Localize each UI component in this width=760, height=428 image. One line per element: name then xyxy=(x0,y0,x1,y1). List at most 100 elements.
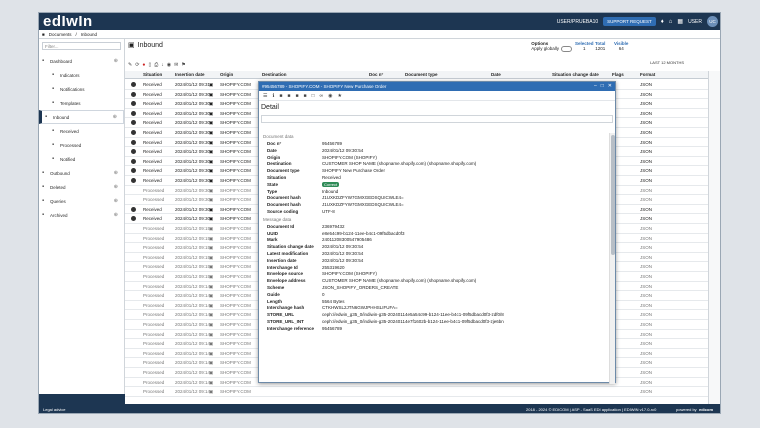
detail-field: STORE_URL_INT ceph://edwin_g35_0/indiwin-… xyxy=(259,319,611,326)
dialog-scrollbar-thumb[interactable] xyxy=(611,135,615,255)
row-insertion-date: 2024/01/12 09:15 xyxy=(175,254,211,260)
star-icon[interactable]: ★ xyxy=(338,93,342,99)
row-situation: Received xyxy=(143,91,162,97)
sidebar-item-label: Templates xyxy=(60,100,81,106)
row-insertion-date: 2024/01/12 09:14 xyxy=(175,293,211,299)
expand-icon[interactable]: ⊕ xyxy=(114,184,118,190)
row-insertion-date: 2024/01/12 09:14 xyxy=(175,341,211,347)
home-icon[interactable]: ⌂ xyxy=(669,19,673,25)
attach-icon[interactable]: ■ xyxy=(295,93,298,99)
mail-icon[interactable]: ✉ xyxy=(174,62,178,68)
row-insertion-date: 2024/01/12 09:15 xyxy=(175,245,211,251)
filter-icon[interactable]: ✎ xyxy=(128,62,132,68)
dialog-search-input[interactable] xyxy=(261,115,613,123)
column-header[interactable]: Document type xyxy=(405,72,438,77)
column-header[interactable]: Doc n° xyxy=(369,72,383,77)
dialog-scrollbar[interactable] xyxy=(609,133,615,384)
section-header[interactable]: Message data xyxy=(259,216,611,224)
row-situation: Processed xyxy=(143,331,165,337)
view-icon[interactable]: ◉ xyxy=(167,62,171,68)
maximize-icon[interactable]: □ xyxy=(601,82,604,91)
sidebar-item-outbound[interactable]: ▪ Outbound ⊕ xyxy=(39,166,124,180)
field-value: CTKHWSL2JTN6GWJPHHSLIFUFA= xyxy=(322,305,611,312)
sidebar-item-queries[interactable]: ▪ Queries ⊕ xyxy=(39,194,124,208)
column-header[interactable]: Destination xyxy=(262,72,287,77)
field-key: Envelope source xyxy=(267,271,304,277)
row-situation: Processed xyxy=(143,283,165,289)
column-header[interactable]: Situation change date xyxy=(552,72,599,77)
expand-icon[interactable]: ⊕ xyxy=(114,198,118,204)
side-details-panel[interactable] xyxy=(708,71,720,404)
target-icon[interactable]: ◉ xyxy=(328,93,332,99)
chart-icon[interactable]: □ xyxy=(312,93,315,99)
row-insertion-date: 2024/01/12 09:15 xyxy=(175,274,211,279)
detail-field: Situation Received xyxy=(259,175,611,182)
sidebar-item-notifications[interactable]: ▪ Notifications xyxy=(39,82,124,96)
user-label[interactable]: USER xyxy=(688,19,702,25)
row-origin: SHOPIFY.COM xyxy=(220,379,251,385)
apply-globally-toggle[interactable] xyxy=(561,46,572,52)
row-situation: Processed xyxy=(143,322,165,327)
sidebar-item-templates[interactable]: ▪ Templates xyxy=(39,96,124,110)
breadcrumb-root[interactable]: Documents xyxy=(49,32,72,37)
detail-field: STORE_URL ceph://edwin_g35_0/indiwin-g35-… xyxy=(259,312,611,319)
row-format: JSON xyxy=(640,216,653,222)
minimize-icon[interactable]: – xyxy=(594,82,597,91)
field-value: SHOPIFY.COM (SHOPIFY) xyxy=(322,155,611,162)
delete-icon[interactable]: ● xyxy=(142,62,145,68)
lock-icon: ▣ xyxy=(209,139,214,145)
row-origin: SHOPIFY.COM xyxy=(220,322,251,327)
download-icon[interactable]: ↓ xyxy=(161,62,164,68)
expand-icon[interactable]: ⊕ xyxy=(113,114,117,120)
column-header[interactable]: Date xyxy=(491,72,501,77)
expand-icon[interactable]: ⊕ xyxy=(114,58,118,64)
legal-advice-link[interactable]: Legal advice xyxy=(43,407,65,412)
field-value-text: ceph://edwin_g35_0/indiwin-g35-20240114e… xyxy=(322,312,504,318)
sidebar-item-indicators[interactable]: ▪ Indicators xyxy=(39,68,124,82)
column-header[interactable]: Situation xyxy=(143,72,162,77)
tag-icon[interactable]: ⚑ xyxy=(181,62,185,68)
row-insertion-date: 2024/01/12 09:14 xyxy=(175,312,211,318)
support-request-button[interactable]: SUPPORT REQUEST xyxy=(603,17,656,26)
sidebar-item-notified[interactable]: ▪ Notified xyxy=(39,152,124,166)
history-icon[interactable]: ■ xyxy=(303,93,306,99)
lock-icon: ▣ xyxy=(209,158,214,164)
apps-icon[interactable]: ▦ xyxy=(677,18,683,25)
field-value-text: 24011208300547905486 xyxy=(322,237,372,243)
info-icon[interactable]: ℹ xyxy=(272,93,274,99)
column-header[interactable]: Flags xyxy=(612,72,624,77)
sidebar-item-deleted[interactable]: ▪ Deleted ⊕ xyxy=(39,180,124,194)
column-header[interactable]: Origin xyxy=(220,72,233,77)
sidebar-item-archived[interactable]: ▪ Archived ⊕ xyxy=(39,208,124,222)
row-format: JSON xyxy=(640,379,653,385)
save-icon[interactable]: ■ xyxy=(287,93,290,99)
column-header[interactable]: Format xyxy=(640,72,655,77)
row-format: JSON xyxy=(640,110,653,116)
sidebar-item-processed[interactable]: ▪ Processed xyxy=(39,138,124,152)
table-row[interactable]: Processed 2024/01/12 09:14 ▣ SHOPIFY.COM JSO… xyxy=(125,387,708,397)
row-origin: SHOPIFY.COM xyxy=(220,302,251,308)
close-icon[interactable]: ✕ xyxy=(608,82,612,91)
doc-icon[interactable]: ■ xyxy=(279,93,282,99)
row-insertion-date: 2024/01/12 09:14 xyxy=(175,350,211,356)
date-range-selector[interactable]: LAST 12 MONTHS xyxy=(650,60,684,65)
summary-selected: Selected 1 xyxy=(575,41,594,51)
refresh-icon[interactable]: ⟳ xyxy=(135,62,139,68)
section-header[interactable]: Document data xyxy=(259,133,611,141)
column-header[interactable]: Insertion date xyxy=(175,72,205,77)
sidebar-item-received[interactable]: ▪ Received xyxy=(39,124,124,138)
row-situation: Processed xyxy=(143,187,165,193)
sidebar-item-inbound[interactable]: ▪ Inbound ⊕ xyxy=(39,110,124,124)
bell-icon[interactable]: ♦ xyxy=(661,19,664,25)
print-icon[interactable]: ⎙ xyxy=(154,62,158,68)
avatar[interactable]: UC xyxy=(707,16,718,27)
expand-icon[interactable]: ⊕ xyxy=(114,170,118,176)
sidebar-item-dashboard[interactable]: ▪ Dashboard ⊕ xyxy=(39,54,124,68)
field-value-text: CTKHWSL2JTN6GWJPHHSLIFUFA= xyxy=(322,305,398,311)
apply-globally-label: Apply globally xyxy=(531,46,559,52)
sidebar-filter-input[interactable]: Filter... xyxy=(42,42,121,50)
expand-icon[interactable]: ⊕ xyxy=(114,212,118,218)
link-icon[interactable]: ∞ xyxy=(320,93,324,99)
list-icon[interactable]: ☰ xyxy=(263,93,267,99)
export-icon[interactable]: ▯ xyxy=(148,62,151,68)
